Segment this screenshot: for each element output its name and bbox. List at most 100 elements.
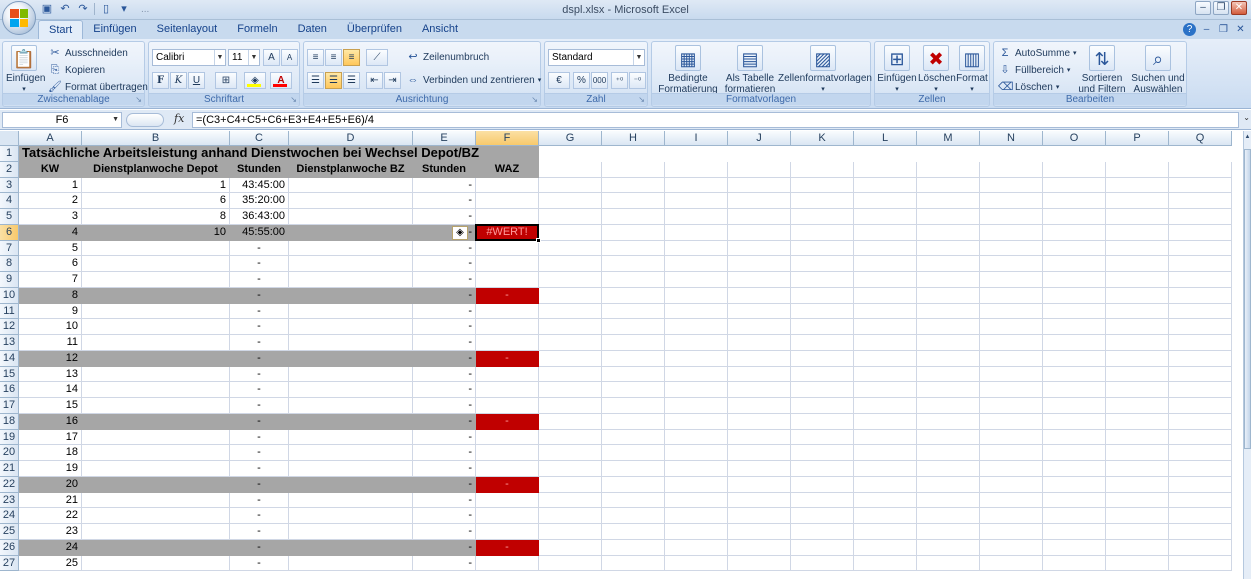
cell-g2[interactable] [539, 161, 602, 178]
cell-f26[interactable]: - [476, 539, 539, 556]
cell-l9[interactable] [854, 272, 917, 288]
cell-i6[interactable] [665, 224, 728, 241]
cell-f25[interactable] [476, 524, 539, 540]
cell-p10[interactable] [1106, 287, 1169, 304]
cell-c17[interactable]: - [230, 398, 289, 414]
cell-g6[interactable] [539, 224, 602, 241]
cell-e24[interactable]: - [413, 508, 476, 524]
cell-q15[interactable] [1169, 366, 1232, 383]
tab-seitenlayout[interactable]: Seitenlayout [147, 20, 228, 39]
cell-n12[interactable] [980, 319, 1043, 335]
cell-a8[interactable]: 6 [19, 256, 82, 272]
cell-o20[interactable] [1043, 445, 1106, 461]
cell-n17[interactable] [980, 398, 1043, 414]
cell-k4[interactable] [791, 193, 854, 209]
cell-p9[interactable] [1106, 272, 1169, 288]
cell-c18[interactable]: - [230, 413, 289, 430]
cell-l26[interactable] [854, 539, 917, 556]
row-header[interactable]: 1 [0, 146, 19, 162]
cell-o21[interactable] [1043, 461, 1106, 477]
clear-button[interactable]: ⌫ Löschen ▾ [998, 80, 1059, 94]
cell-a15[interactable]: 13 [19, 366, 82, 383]
row-header[interactable]: 14 [0, 350, 19, 367]
cell-q20[interactable] [1169, 445, 1232, 461]
cell-n7[interactable] [980, 240, 1043, 257]
cell-f21[interactable] [476, 461, 539, 477]
cell-q7[interactable] [1169, 240, 1232, 257]
cell-c6[interactable]: 45:55:00 [230, 224, 289, 241]
cell-p14[interactable] [1106, 350, 1169, 367]
restore-icon[interactable]: ❐ [1213, 1, 1229, 15]
cell-p17[interactable] [1106, 398, 1169, 414]
cell-k17[interactable] [791, 398, 854, 414]
percent-button[interactable]: % [573, 72, 590, 89]
cell-k9[interactable] [791, 272, 854, 288]
cell-m3[interactable] [917, 177, 980, 194]
cell-q11[interactable] [1169, 303, 1232, 320]
cell-h25[interactable] [602, 524, 665, 540]
cell-b19[interactable] [82, 429, 230, 446]
tab-daten[interactable]: Daten [288, 20, 337, 39]
cell-l2[interactable] [854, 161, 917, 178]
cell-h27[interactable] [602, 555, 665, 572]
row-header[interactable]: 25 [0, 524, 19, 540]
cell-b16[interactable] [82, 382, 230, 398]
cell-c11[interactable]: - [230, 303, 289, 320]
row-header[interactable]: 2 [0, 161, 19, 178]
cell-j22[interactable] [728, 476, 791, 493]
cell-e8[interactable]: - [413, 256, 476, 272]
cell-j25[interactable] [728, 524, 791, 540]
row-header[interactable]: 6 [0, 224, 19, 241]
decrease-decimal-button[interactable]: ⁻⁰ [629, 72, 646, 89]
underline-button[interactable]: U [188, 72, 205, 89]
cell-m18[interactable] [917, 413, 980, 430]
cell-p26[interactable] [1106, 539, 1169, 556]
cell-i20[interactable] [665, 445, 728, 461]
scroll-thumb[interactable] [1244, 149, 1251, 449]
cell-c13[interactable]: - [230, 335, 289, 351]
cell-b23[interactable] [82, 492, 230, 509]
cell-q23[interactable] [1169, 492, 1232, 509]
cell-m2[interactable] [917, 161, 980, 178]
cell-p18[interactable] [1106, 413, 1169, 430]
cell-d5[interactable] [289, 209, 413, 225]
row-header[interactable]: 12 [0, 319, 19, 335]
cell-e25[interactable]: - [413, 524, 476, 540]
close-icon[interactable]: ✕ [1231, 1, 1247, 15]
cell-k2[interactable] [791, 161, 854, 178]
cell-d10[interactable] [289, 287, 413, 304]
cell-l7[interactable] [854, 240, 917, 257]
cell-o12[interactable] [1043, 319, 1106, 335]
cell-o16[interactable] [1043, 382, 1106, 398]
cell-b12[interactable] [82, 319, 230, 335]
cell-g21[interactable] [539, 461, 602, 477]
fill-dropdown-icon[interactable]: ▾ [1067, 66, 1071, 74]
align-bottom-button[interactable]: ≡ [343, 49, 360, 66]
italic-button[interactable]: K [170, 72, 187, 89]
cell-p20[interactable] [1106, 445, 1169, 461]
cell-b10[interactable] [82, 287, 230, 304]
cell-e19[interactable]: - [413, 429, 476, 446]
cell-f14[interactable]: - [476, 350, 539, 367]
cell-i23[interactable] [665, 492, 728, 509]
tab-start[interactable]: Start [38, 20, 84, 39]
cell-p6[interactable] [1106, 224, 1169, 241]
cell-h9[interactable] [602, 272, 665, 288]
cell-h11[interactable] [602, 303, 665, 320]
cell-i25[interactable] [665, 524, 728, 540]
name-box-dropdown-icon[interactable]: ▼ [112, 113, 119, 127]
cell-p13[interactable] [1106, 335, 1169, 351]
cell-i7[interactable] [665, 240, 728, 257]
increase-decimal-button[interactable]: ⁺⁰ [611, 72, 628, 89]
cell-m12[interactable] [917, 319, 980, 335]
cell-b20[interactable] [82, 445, 230, 461]
cell-o18[interactable] [1043, 413, 1106, 430]
cell-q26[interactable] [1169, 539, 1232, 556]
row-header[interactable]: 15 [0, 366, 19, 383]
cell-j19[interactable] [728, 429, 791, 446]
bold-button[interactable]: F [152, 72, 169, 89]
cell-f10[interactable]: - [476, 287, 539, 304]
cell-l20[interactable] [854, 445, 917, 461]
cell-m8[interactable] [917, 256, 980, 272]
cell-o11[interactable] [1043, 303, 1106, 320]
